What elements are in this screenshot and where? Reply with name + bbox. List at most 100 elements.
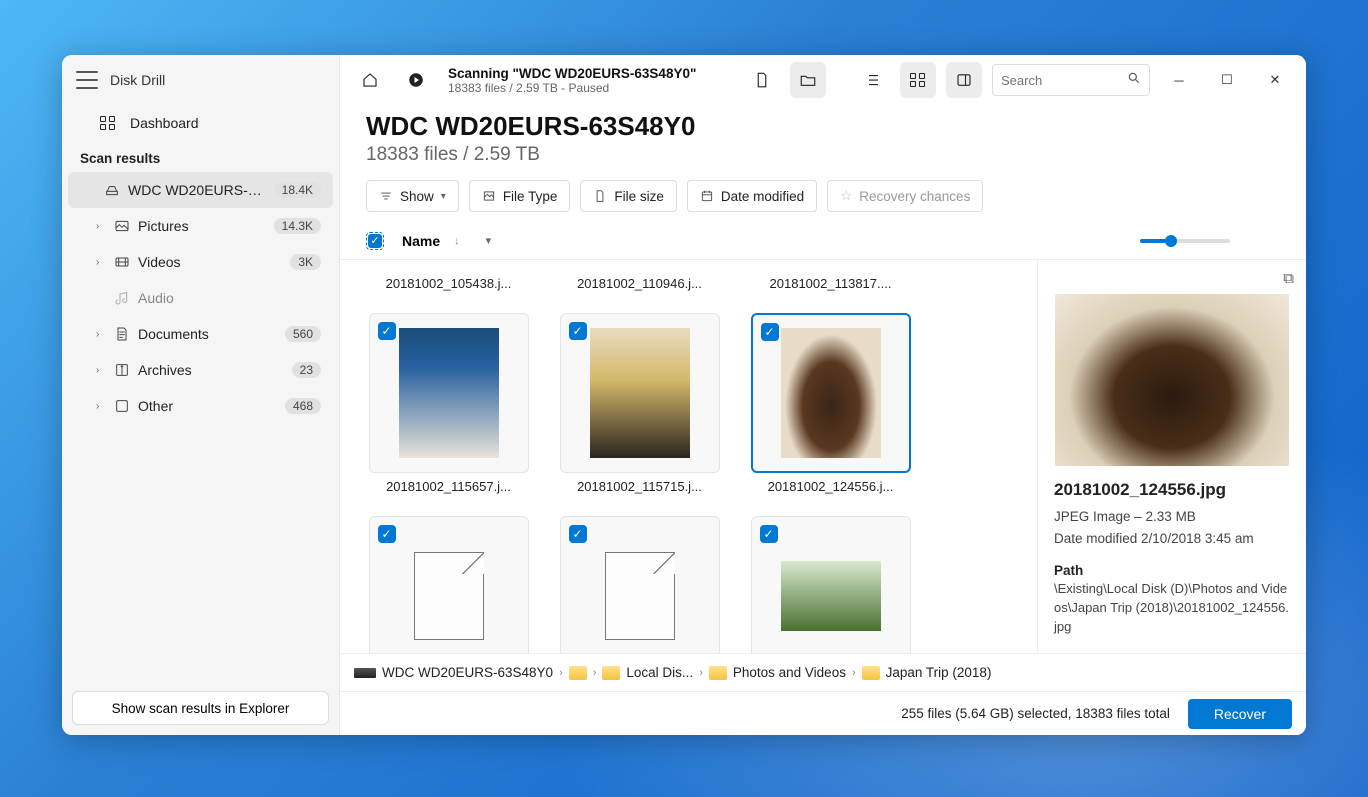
file-card[interactable]: 20181002_110946.j... xyxy=(557,270,722,291)
breadcrumb: WDC WD20EURS-63S48Y0 › › Local Dis... › … xyxy=(340,653,1306,691)
footer: 255 files (5.64 GB) selected, 18383 file… xyxy=(340,691,1306,735)
recovery-chances-filter[interactable]: ☆Recovery chances xyxy=(827,180,983,212)
count-badge: 560 xyxy=(285,326,321,342)
scan-subtitle: 18383 files / 2.59 TB - Paused xyxy=(448,81,696,95)
toolbar: Scanning "WDC WD20EURS-63S48Y0" 18383 fi… xyxy=(340,55,1306,105)
selection-stat: 255 files (5.64 GB) selected, 18383 file… xyxy=(901,706,1170,721)
file-type-filter[interactable]: File Type xyxy=(469,180,571,212)
select-all-checkbox[interactable] xyxy=(366,232,384,250)
breadcrumb-item[interactable]: Japan Trip (2018) xyxy=(886,665,992,680)
menu-icon[interactable] xyxy=(76,71,98,89)
file-name: 20181002_113817.... xyxy=(770,276,892,291)
file-card[interactable]: 20181002_124556.j... xyxy=(748,313,913,494)
chevron-right-icon: › xyxy=(559,667,563,679)
file-name: 20181002_115715.j... xyxy=(577,479,702,494)
path-value: \Existing\Local Disk (D)\Photos and Vide… xyxy=(1054,580,1290,637)
folder-icon xyxy=(709,666,727,680)
maximize-button[interactable]: ☐ xyxy=(1208,64,1246,96)
sidebar-item-label: Archives xyxy=(138,362,284,378)
page-title: WDC WD20EURS-63S48Y0 xyxy=(366,111,1280,142)
drive-icon xyxy=(354,668,376,678)
archive-icon xyxy=(114,362,130,378)
home-button[interactable] xyxy=(352,62,388,98)
folder-view-button[interactable] xyxy=(790,62,826,98)
main-panel: Scanning "WDC WD20EURS-63S48Y0" 18383 fi… xyxy=(340,55,1306,735)
path-label: Path xyxy=(1054,563,1290,578)
file-card[interactable] xyxy=(557,516,722,653)
file-card[interactable]: 20181002_113817.... xyxy=(748,270,913,291)
app-window: Disk Drill Dashboard Scan results WDC WD… xyxy=(62,55,1306,735)
audio-icon xyxy=(114,290,130,306)
play-resume-button[interactable] xyxy=(398,62,434,98)
sidebar-documents[interactable]: › Documents 560 xyxy=(68,316,333,352)
breadcrumb-item[interactable]: Photos and Videos xyxy=(733,665,846,680)
nav-dashboard-label: Dashboard xyxy=(130,115,199,131)
file-card[interactable]: 20181002_115715.j... xyxy=(557,313,722,494)
folder-icon xyxy=(862,666,880,680)
list-view-button[interactable] xyxy=(854,62,890,98)
video-icon xyxy=(114,254,130,270)
breadcrumb-item[interactable]: WDC WD20EURS-63S48Y0 xyxy=(382,665,553,680)
file-card[interactable] xyxy=(748,516,913,653)
file-card[interactable] xyxy=(366,516,531,653)
details-panel: ⧉ 20181002_124556.jpg JPEG Image – 2.33 … xyxy=(1038,260,1306,653)
sidebar-item-label: Pictures xyxy=(138,218,266,234)
count-badge: 23 xyxy=(292,362,321,378)
file-view-button[interactable] xyxy=(744,62,780,98)
recovery-chances-label: Recovery chances xyxy=(1054,651,1290,653)
popout-icon[interactable]: ⧉ xyxy=(1283,270,1294,287)
other-icon xyxy=(114,398,130,414)
show-in-explorer-button[interactable]: Show scan results in Explorer xyxy=(72,691,329,725)
file-checkbox[interactable] xyxy=(761,323,779,341)
folder-icon xyxy=(569,666,587,680)
sidebar-other[interactable]: › Other 468 xyxy=(68,388,333,424)
file-checkbox[interactable] xyxy=(569,322,587,340)
file-checkbox[interactable] xyxy=(378,322,396,340)
sidebar-drive[interactable]: WDC WD20EURS-63S4... 18.4K xyxy=(68,172,333,208)
scan-title: Scanning "WDC WD20EURS-63S48Y0" xyxy=(448,66,696,81)
sidebar-videos[interactable]: › Videos 3K xyxy=(68,244,333,280)
chevron-right-icon: › xyxy=(96,257,106,268)
file-card[interactable]: 20181002_105438.j... xyxy=(366,270,531,291)
folder-icon xyxy=(602,666,620,680)
grid-view-button[interactable] xyxy=(900,62,936,98)
count-badge: 468 xyxy=(285,398,321,414)
sort-arrow-icon: ↓ xyxy=(454,235,460,247)
details-filename: 20181002_124556.jpg xyxy=(1054,480,1290,500)
file-grid[interactable]: 20181002_105438.j... 20181002_110946.j..… xyxy=(340,260,1038,653)
sidebar-archives[interactable]: › Archives 23 xyxy=(68,352,333,388)
file-checkbox[interactable] xyxy=(378,525,396,543)
minimize-button[interactable]: ─ xyxy=(1160,64,1198,96)
breadcrumb-item[interactable]: Local Dis... xyxy=(626,665,693,680)
file-card[interactable]: 20181002_115657.j... xyxy=(366,313,531,494)
file-checkbox[interactable] xyxy=(760,525,778,543)
file-size-filter[interactable]: File size xyxy=(580,180,677,212)
sidebar: Disk Drill Dashboard Scan results WDC WD… xyxy=(62,55,340,735)
nav-dashboard[interactable]: Dashboard xyxy=(62,105,339,141)
sidebar-item-label: Other xyxy=(138,398,277,414)
sidebar-audio[interactable]: Audio xyxy=(68,280,333,316)
chevron-right-icon: › xyxy=(852,667,856,679)
chevron-right-icon: › xyxy=(699,667,703,679)
count-badge: 3K xyxy=(290,254,321,270)
chevron-right-icon: › xyxy=(96,401,106,412)
name-column-header[interactable]: Name xyxy=(402,233,440,249)
count-badge: 14.3K xyxy=(274,218,321,234)
scan-results-label: Scan results xyxy=(62,141,339,172)
sidebar-pictures[interactable]: › Pictures 14.3K xyxy=(68,208,333,244)
close-button[interactable]: ✕ xyxy=(1256,64,1294,96)
search-box[interactable] xyxy=(992,64,1150,96)
count-badge: 18.4K xyxy=(274,182,321,198)
search-input[interactable] xyxy=(1001,73,1127,88)
show-filter[interactable]: Show▾ xyxy=(366,180,459,212)
chevron-down-icon[interactable]: ▾ xyxy=(486,234,492,247)
sidebar-item-label: Documents xyxy=(138,326,277,342)
file-checkbox[interactable] xyxy=(569,525,587,543)
details-pane-toggle[interactable] xyxy=(946,62,982,98)
thumbnail-size-slider[interactable] xyxy=(1140,239,1230,243)
recover-button[interactable]: Recover xyxy=(1188,699,1292,729)
grid-icon xyxy=(100,115,116,131)
date-modified-filter[interactable]: Date modified xyxy=(687,180,817,212)
app-title: Disk Drill xyxy=(110,72,165,88)
sidebar-item-label: Videos xyxy=(138,254,282,270)
